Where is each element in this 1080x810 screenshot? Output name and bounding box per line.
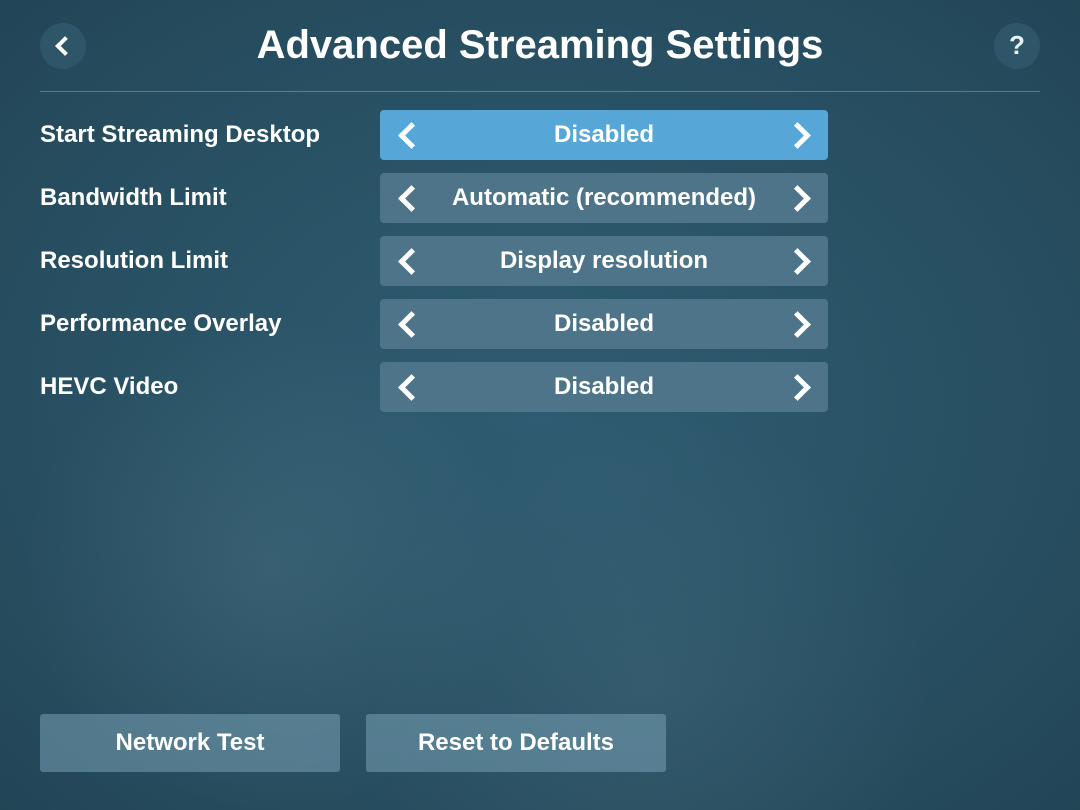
chevron-left-icon [398, 248, 425, 275]
setting-label: HEVC Video [40, 373, 380, 401]
settings-list: Start Streaming Desktop Disabled Bandwidth… [0, 92, 1080, 412]
picker-value: Automatic (recommended) [438, 184, 770, 212]
picker-next-button[interactable] [770, 299, 828, 349]
picker-value: Disabled [438, 310, 770, 338]
setting-label: Performance Overlay [40, 310, 380, 338]
chevron-right-icon [784, 311, 811, 338]
picker-value: Disabled [438, 121, 770, 149]
setting-label: Resolution Limit [40, 247, 380, 275]
chevron-left-icon [398, 185, 425, 212]
setting-row-performance-overlay: Performance Overlay Disabled [40, 299, 1040, 349]
chevron-left-icon [55, 36, 75, 56]
picker-prev-button[interactable] [380, 362, 438, 412]
picker-next-button[interactable] [770, 362, 828, 412]
setting-label: Start Streaming Desktop [40, 121, 380, 149]
chevron-left-icon [398, 374, 425, 401]
picker-prev-button[interactable] [380, 299, 438, 349]
chevron-right-icon [784, 185, 811, 212]
picker-start-streaming-desktop[interactable]: Disabled [380, 110, 828, 160]
picker-value: Disabled [438, 373, 770, 401]
setting-row-hevc-video: HEVC Video Disabled [40, 362, 1040, 412]
reset-defaults-button[interactable]: Reset to Defaults [366, 714, 666, 772]
setting-label: Bandwidth Limit [40, 184, 380, 212]
picker-performance-overlay[interactable]: Disabled [380, 299, 828, 349]
picker-next-button[interactable] [770, 110, 828, 160]
picker-value: Display resolution [438, 247, 770, 275]
picker-prev-button[interactable] [380, 236, 438, 286]
picker-resolution-limit[interactable]: Display resolution [380, 236, 828, 286]
setting-row-resolution-limit: Resolution Limit Display resolution [40, 236, 1040, 286]
chevron-right-icon [784, 248, 811, 275]
page-title: Advanced Streaming Settings [257, 23, 824, 68]
picker-prev-button[interactable] [380, 173, 438, 223]
setting-row-start-streaming-desktop: Start Streaming Desktop Disabled [40, 110, 1040, 160]
picker-next-button[interactable] [770, 236, 828, 286]
picker-prev-button[interactable] [380, 110, 438, 160]
picker-next-button[interactable] [770, 173, 828, 223]
chevron-right-icon [784, 122, 811, 149]
chevron-left-icon [398, 311, 425, 338]
picker-bandwidth-limit[interactable]: Automatic (recommended) [380, 173, 828, 223]
footer: Network Test Reset to Defaults [40, 714, 666, 772]
chevron-left-icon [398, 122, 425, 149]
network-test-button[interactable]: Network Test [40, 714, 340, 772]
picker-hevc-video[interactable]: Disabled [380, 362, 828, 412]
chevron-right-icon [784, 374, 811, 401]
setting-row-bandwidth-limit: Bandwidth Limit Automatic (recommended) [40, 173, 1040, 223]
header: Advanced Streaming Settings ? [40, 0, 1040, 92]
back-button[interactable] [40, 23, 86, 69]
help-button[interactable]: ? [994, 23, 1040, 69]
